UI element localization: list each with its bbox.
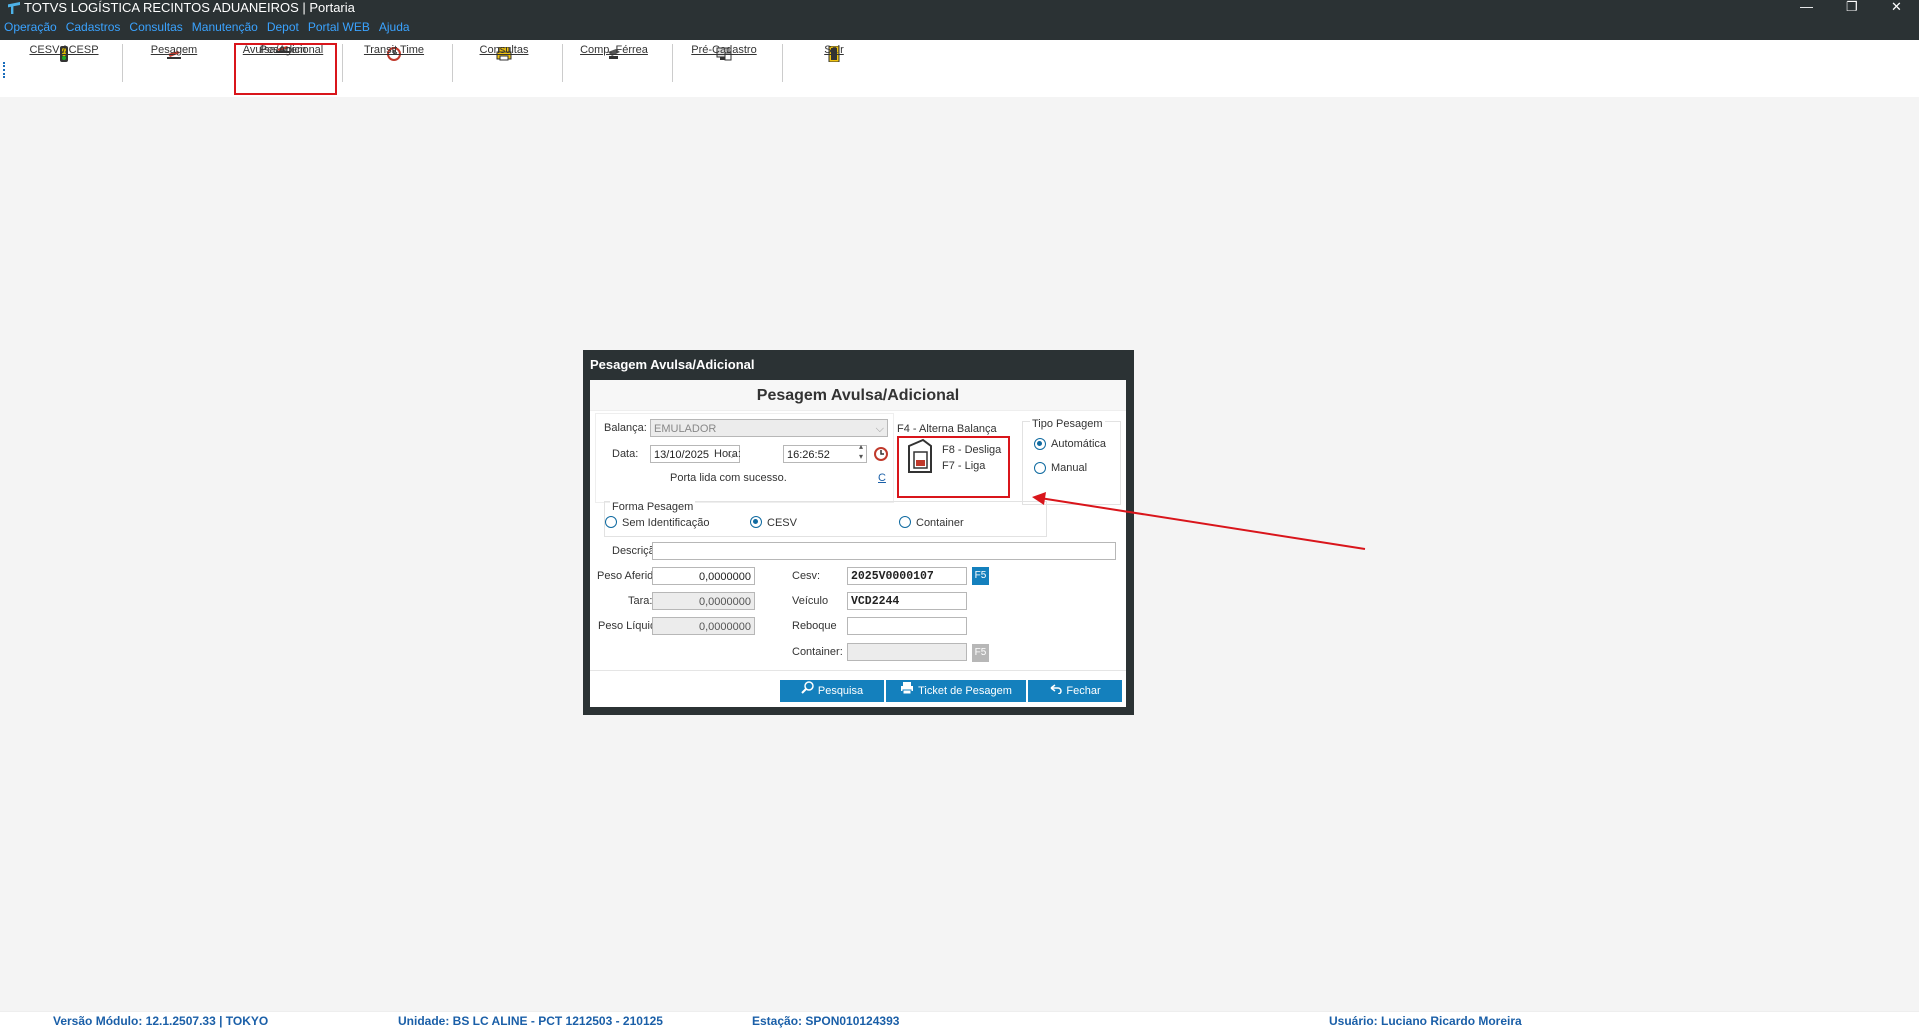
status-unidade: Unidade: BS LC ALINE - PCT 1212503 - 210… bbox=[398, 1014, 663, 1028]
status-estacao: Estação: SPON010124393 bbox=[752, 1014, 900, 1028]
status-versao: Versão Módulo: 12.1.2507.33 | TOKYO bbox=[53, 1014, 269, 1028]
annotation-arrow bbox=[1032, 492, 1366, 550]
status-usuario: Usuário: Luciano Ricardo Moreira bbox=[1329, 1014, 1522, 1028]
status-bar: Versão Módulo: 12.1.2507.33 | TOKYO Unid… bbox=[0, 1011, 1919, 1030]
